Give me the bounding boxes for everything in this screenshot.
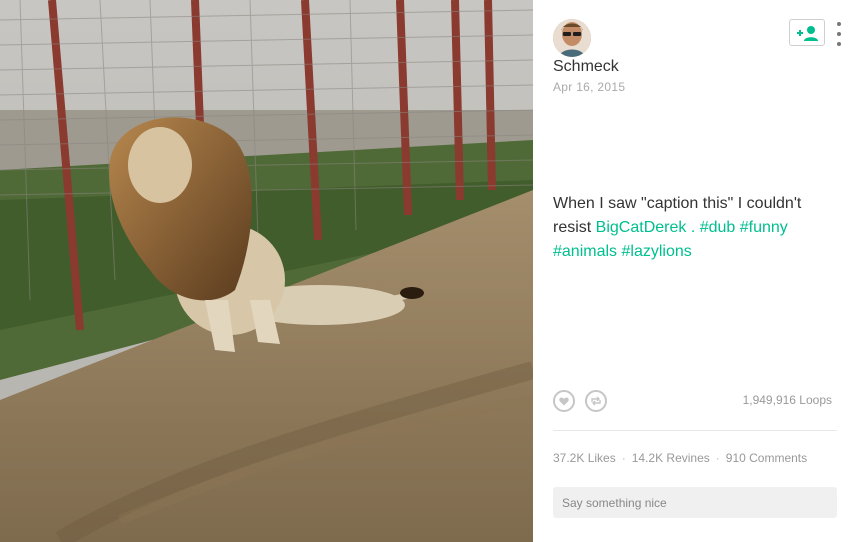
hashtag-link[interactable]: #lazylions [621,243,691,260]
revine-button[interactable] [585,390,607,412]
heart-icon [559,397,569,405]
post-date: Apr 16, 2015 [553,80,626,94]
mention-link[interactable]: BigCatDerek [596,219,687,236]
avatar[interactable] [553,19,591,57]
video-frame [0,0,533,542]
add-person-icon [797,25,818,41]
username[interactable]: Schmeck [553,58,619,76]
follow-button[interactable] [789,19,825,46]
stats-separator: · [715,451,720,465]
comments-count[interactable]: 910 Comments [726,451,807,465]
likes-count[interactable]: 37.2K Likes [553,451,616,465]
hashtag-link[interactable]: #funny [740,219,788,236]
revines-count[interactable]: 14.2K Revines [632,451,710,465]
stats-separator: · [621,451,626,465]
more-vertical-icon[interactable] [836,22,842,46]
comment-input[interactable] [553,487,837,518]
post-actions [553,390,607,412]
hashtag-link[interactable]: #dub [700,219,736,236]
engagement-stats: 37.2K Likes · 14.2K Revines · 910 Comments [553,451,807,465]
post-panel: Schmeck Apr 16, 2015 When I saw "caption… [533,0,856,542]
loop-count: 1,949,916 Loops [742,393,832,407]
revine-icon [591,396,601,406]
divider [553,430,837,431]
avatar-image [553,19,591,57]
hashtag-link[interactable]: #animals [553,243,617,260]
caption-separator: . [686,219,700,236]
like-button[interactable] [553,390,575,412]
post-caption: When I saw "caption this" I couldn't res… [553,192,833,264]
video-player[interactable] [0,0,533,542]
